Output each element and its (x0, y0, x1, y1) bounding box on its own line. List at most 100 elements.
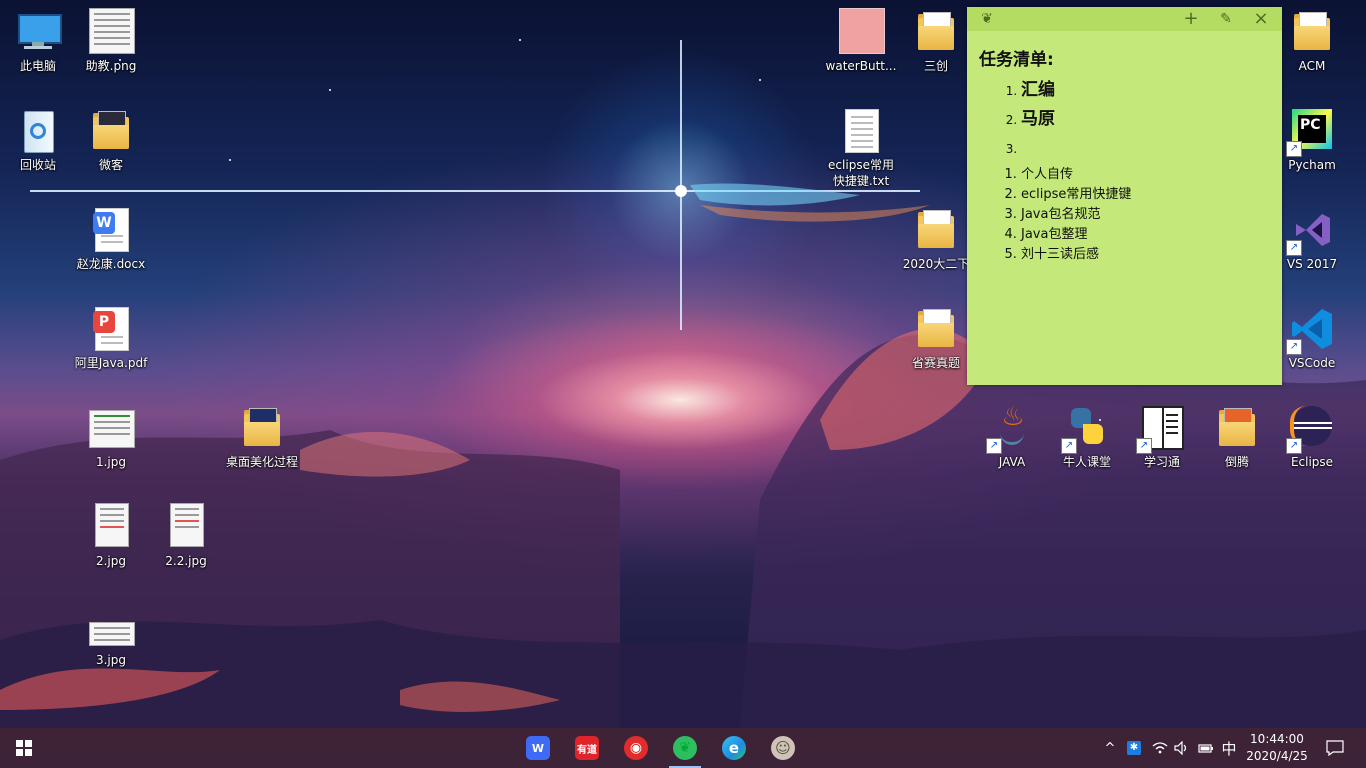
pin-icon[interactable]: ✎ (1218, 11, 1234, 27)
desktop-icon-this-pc[interactable]: 此电脑 (0, 8, 76, 74)
icon-label: VSCode (1288, 356, 1336, 370)
add-note-button[interactable]: + (1183, 10, 1199, 28)
icon-label: 三创 (923, 59, 948, 73)
icon-label: eclipse常用快捷键.txt (828, 158, 894, 188)
icon-label: 1.jpg (95, 455, 127, 469)
list-item: 个人自传 (1021, 165, 1270, 185)
computer-icon (14, 8, 62, 56)
desktop-icon-2020[interactable]: 2020大二下 (898, 206, 974, 272)
desktop-icon-beautify-folder[interactable]: 桌面美化过程 (224, 404, 300, 470)
desktop-icon-niuren[interactable]: ↗ 牛人课堂 (1049, 404, 1125, 470)
taskbar-app-youdao[interactable]: 有道 (563, 728, 611, 768)
icon-label: 省赛真题 (911, 356, 960, 370)
desktop-icon-daoteng[interactable]: 倒腾 (1199, 404, 1275, 470)
icon-label: Eclipse (1290, 455, 1334, 469)
folder-icon (912, 305, 960, 353)
image-file-icon (162, 503, 210, 551)
desktop-icon-acm[interactable]: ACM (1274, 8, 1350, 74)
word-doc-icon: W (87, 206, 135, 254)
icon-label: 2.jpg (95, 554, 127, 568)
tray-app-icon[interactable]: ✱ (1124, 728, 1144, 768)
wifi-icon[interactable] (1150, 728, 1170, 768)
icon-label: JAVA (998, 455, 1026, 469)
notification-icon (1326, 740, 1344, 756)
icon-label: 微客 (98, 158, 123, 172)
desktop-icon-pycharm[interactable]: PC ↗ Pycham (1274, 107, 1350, 173)
list-item (1021, 134, 1270, 165)
list-item: 刘十三读后感 (1021, 245, 1270, 265)
icon-label: ACM (1298, 59, 1326, 73)
folder-icon (87, 107, 135, 155)
taskbar-app-avatar[interactable]: ☺ (759, 728, 807, 768)
folder-icon (912, 8, 960, 56)
desktop-icon-recycle-bin[interactable]: 回收站 (0, 107, 76, 173)
pdf-icon: P (87, 305, 135, 353)
youdao-icon: 有道 (575, 736, 599, 760)
desktop-icon-2-jpg[interactable]: 2.jpg (73, 503, 149, 569)
desktop-icon-docx[interactable]: W 赵龙康.docx (73, 206, 149, 272)
text-file-icon (837, 107, 885, 155)
close-note-button[interactable]: × (1253, 10, 1269, 28)
eclipse-icon: ↗ (1286, 404, 1336, 454)
desktop-icon-eclipse-txt[interactable]: eclipse常用快捷键.txt (823, 107, 899, 189)
desktop-icon-vs2017[interactable]: ↗ VS 2017 (1274, 206, 1350, 272)
image-file-icon (87, 404, 135, 452)
icon-label: 2.2.jpg (165, 554, 207, 568)
icon-label: 助教.png (85, 59, 137, 73)
image-file-icon (87, 503, 135, 551)
desktop-icon-pdf[interactable]: P 阿里Java.pdf (73, 305, 149, 371)
taskbar-app-netease-music[interactable]: ◉ (612, 728, 660, 768)
folder-icon (238, 404, 286, 452)
desktop-icon-3-jpg[interactable]: 3.jpg (73, 602, 149, 668)
desktop-icon-sanchuang[interactable]: 三创 (898, 8, 974, 74)
list-item: Java包名规范 (1021, 205, 1270, 225)
action-center-button[interactable] (1320, 728, 1350, 768)
battery-icon[interactable] (1196, 728, 1216, 768)
desktop-icon-weike[interactable]: 微客 (73, 107, 149, 173)
desktop-icon-shengsai[interactable]: 省赛真题 (898, 305, 974, 371)
sticky-note-window[interactable]: ❦ + ✎ × 任务清单: 汇编 马原 个人自传 eclipse常用快捷键 Ja… (967, 7, 1282, 385)
java-icon: ♨ ↗ (986, 404, 1036, 454)
list-item: eclipse常用快捷键 (1021, 185, 1270, 205)
icon-label: 学习通 (1143, 455, 1180, 469)
taskbar-app-edge[interactable]: e (710, 728, 758, 768)
note-titlebar[interactable]: ❦ + ✎ × (967, 7, 1282, 31)
desktop-icon-2-2-jpg[interactable]: 2.2.jpg (148, 503, 224, 569)
desktop-icon-waterbutton[interactable]: waterButt... (823, 8, 899, 74)
avatar-app-icon: ☺ (771, 736, 795, 760)
icon-label: VS 2017 (1286, 257, 1338, 271)
list-item: Java包整理 (1021, 225, 1270, 245)
taskbar-app-wps[interactable]: W (514, 728, 562, 768)
edge-icon: e (722, 736, 746, 760)
xuexitong-icon: ↗ (1136, 404, 1186, 454)
desktop-icon-java[interactable]: ♨ ↗ JAVA (974, 404, 1050, 470)
start-button[interactable] (0, 728, 48, 768)
folder-icon (1213, 404, 1261, 452)
evernote-icon: ❦ (981, 11, 993, 27)
folder-icon (912, 206, 960, 254)
taskbar-clock[interactable]: 10:44:00 2020/4/25 (1242, 728, 1312, 768)
desktop-icon-1-jpg[interactable]: 1.jpg (73, 404, 149, 470)
input-method-indicator[interactable]: 中 (1218, 728, 1240, 768)
show-hidden-icons-button[interactable]: ^ (1100, 728, 1120, 768)
icon-label: waterButt... (825, 59, 897, 73)
python-icon: ↗ (1061, 404, 1111, 454)
icon-label: 3.jpg (95, 653, 127, 667)
note-content[interactable]: 任务清单: 汇编 马原 个人自传 eclipse常用快捷键 Java包名规范 J… (967, 31, 1282, 275)
pycharm-icon: PC ↗ (1286, 107, 1336, 157)
image-file-icon (837, 8, 885, 56)
taskbar-app-evernote[interactable]: ❦ (661, 728, 709, 768)
clock-time: 10:44:00 (1250, 732, 1304, 746)
desktop-icon-zhujiao-png[interactable]: 助教.png (73, 8, 149, 74)
task-list-main: 汇编 马原 (979, 76, 1270, 165)
icon-label: 2020大二下 (902, 257, 970, 271)
recycle-bin-icon (14, 107, 62, 155)
taskbar: W 有道 ◉ ❦ e ☺ ^ ✱ 中 10:44:00 2020/4/25 (0, 728, 1366, 768)
icon-label: 牛人课堂 (1062, 455, 1111, 469)
wps-icon: W (526, 736, 550, 760)
desktop-icon-xuexitong[interactable]: ↗ 学习通 (1124, 404, 1200, 470)
desktop-icon-vscode[interactable]: ↗ VSCode (1274, 305, 1350, 371)
desktop-icon-eclipse[interactable]: ↗ Eclipse (1274, 404, 1350, 470)
volume-icon[interactable] (1172, 728, 1192, 768)
icon-label: 回收站 (19, 158, 56, 172)
